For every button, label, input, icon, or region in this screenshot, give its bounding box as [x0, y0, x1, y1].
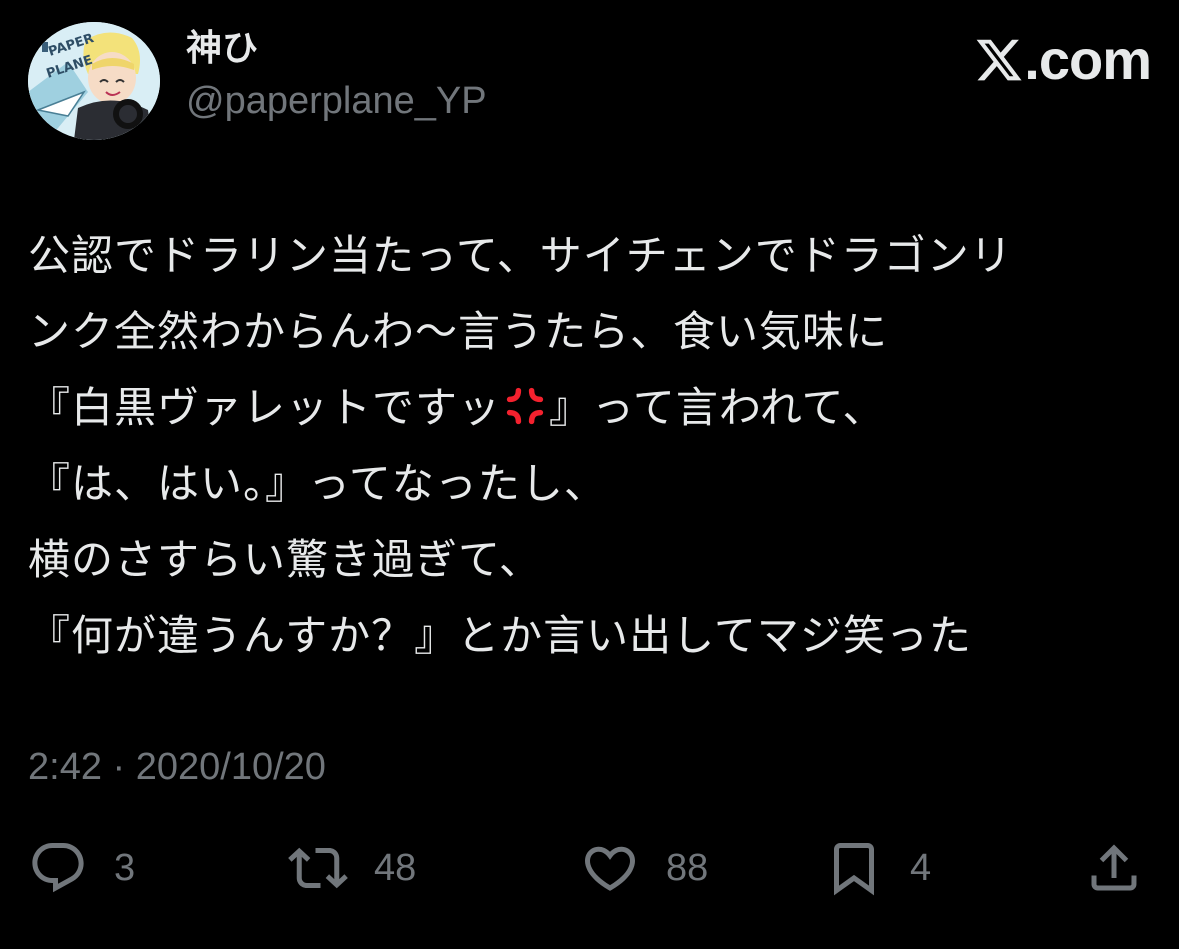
- heart-icon: [584, 846, 636, 891]
- like-count: 88: [666, 846, 709, 889]
- bookmark-icon: [834, 843, 874, 896]
- tweet-line: 『は、はい。』ってなったし、: [28, 459, 607, 508]
- anger-symbol-icon: [506, 387, 544, 425]
- tweet-header: PAPER PLANE 神ひ @paperplane_YP .com: [28, 22, 1152, 142]
- tweet-timestamp[interactable]: 2:42 · 2020/10/20: [28, 744, 326, 790]
- tweet-line-part: 』って言われて、: [549, 383, 886, 432]
- author-names: 神ひ @paperplane_YP: [186, 26, 487, 126]
- tweet-line-with-emoji: 『白黒ヴァレットですッ 』って言われて、: [28, 370, 1158, 446]
- x-logo-icon: [976, 39, 1022, 81]
- brand-domain-text: .com: [1024, 28, 1152, 91]
- reply-count: 3: [114, 846, 136, 889]
- reply-icon: [32, 843, 84, 893]
- avatar[interactable]: PAPER PLANE: [28, 22, 160, 140]
- repost-count: 48: [374, 846, 417, 889]
- bookmark-count: 4: [910, 846, 932, 889]
- repost-button[interactable]: 48: [288, 836, 416, 900]
- reply-button[interactable]: 3: [28, 836, 135, 900]
- share-icon: [1091, 844, 1137, 891]
- like-button[interactable]: 88: [580, 836, 708, 900]
- tweet-line-part: 『白黒ヴァレットですッ: [28, 383, 502, 432]
- x-brand-logo: .com: [974, 28, 1152, 91]
- bookmark-button[interactable]: 4: [824, 836, 931, 900]
- tweet-line: 横のさすらい驚き過ぎて、: [28, 535, 542, 584]
- tweet-line: 公認でドラリン当たって、サイチェンでドラゴンリ: [28, 231, 1013, 280]
- share-button[interactable]: [1084, 836, 1144, 900]
- repost-icon: [288, 847, 348, 889]
- avatar-illustration: PAPER PLANE: [28, 22, 160, 140]
- user-handle[interactable]: @paperplane_YP: [186, 76, 487, 126]
- tweet-text: 公認でドラリン当たって、サイチェンでドラゴンリ ンク全然わからんわ〜言うたら、食…: [28, 218, 1158, 674]
- tweet-actions-bar: 3 48 88 4: [28, 836, 1151, 900]
- tweet-line: ンク全然わからんわ〜言うたら、食い気味に: [28, 307, 889, 356]
- tweet-line: 『何が違うんすか？』とか言い出してマジ笑った: [28, 611, 972, 660]
- display-name[interactable]: 神ひ: [186, 26, 487, 72]
